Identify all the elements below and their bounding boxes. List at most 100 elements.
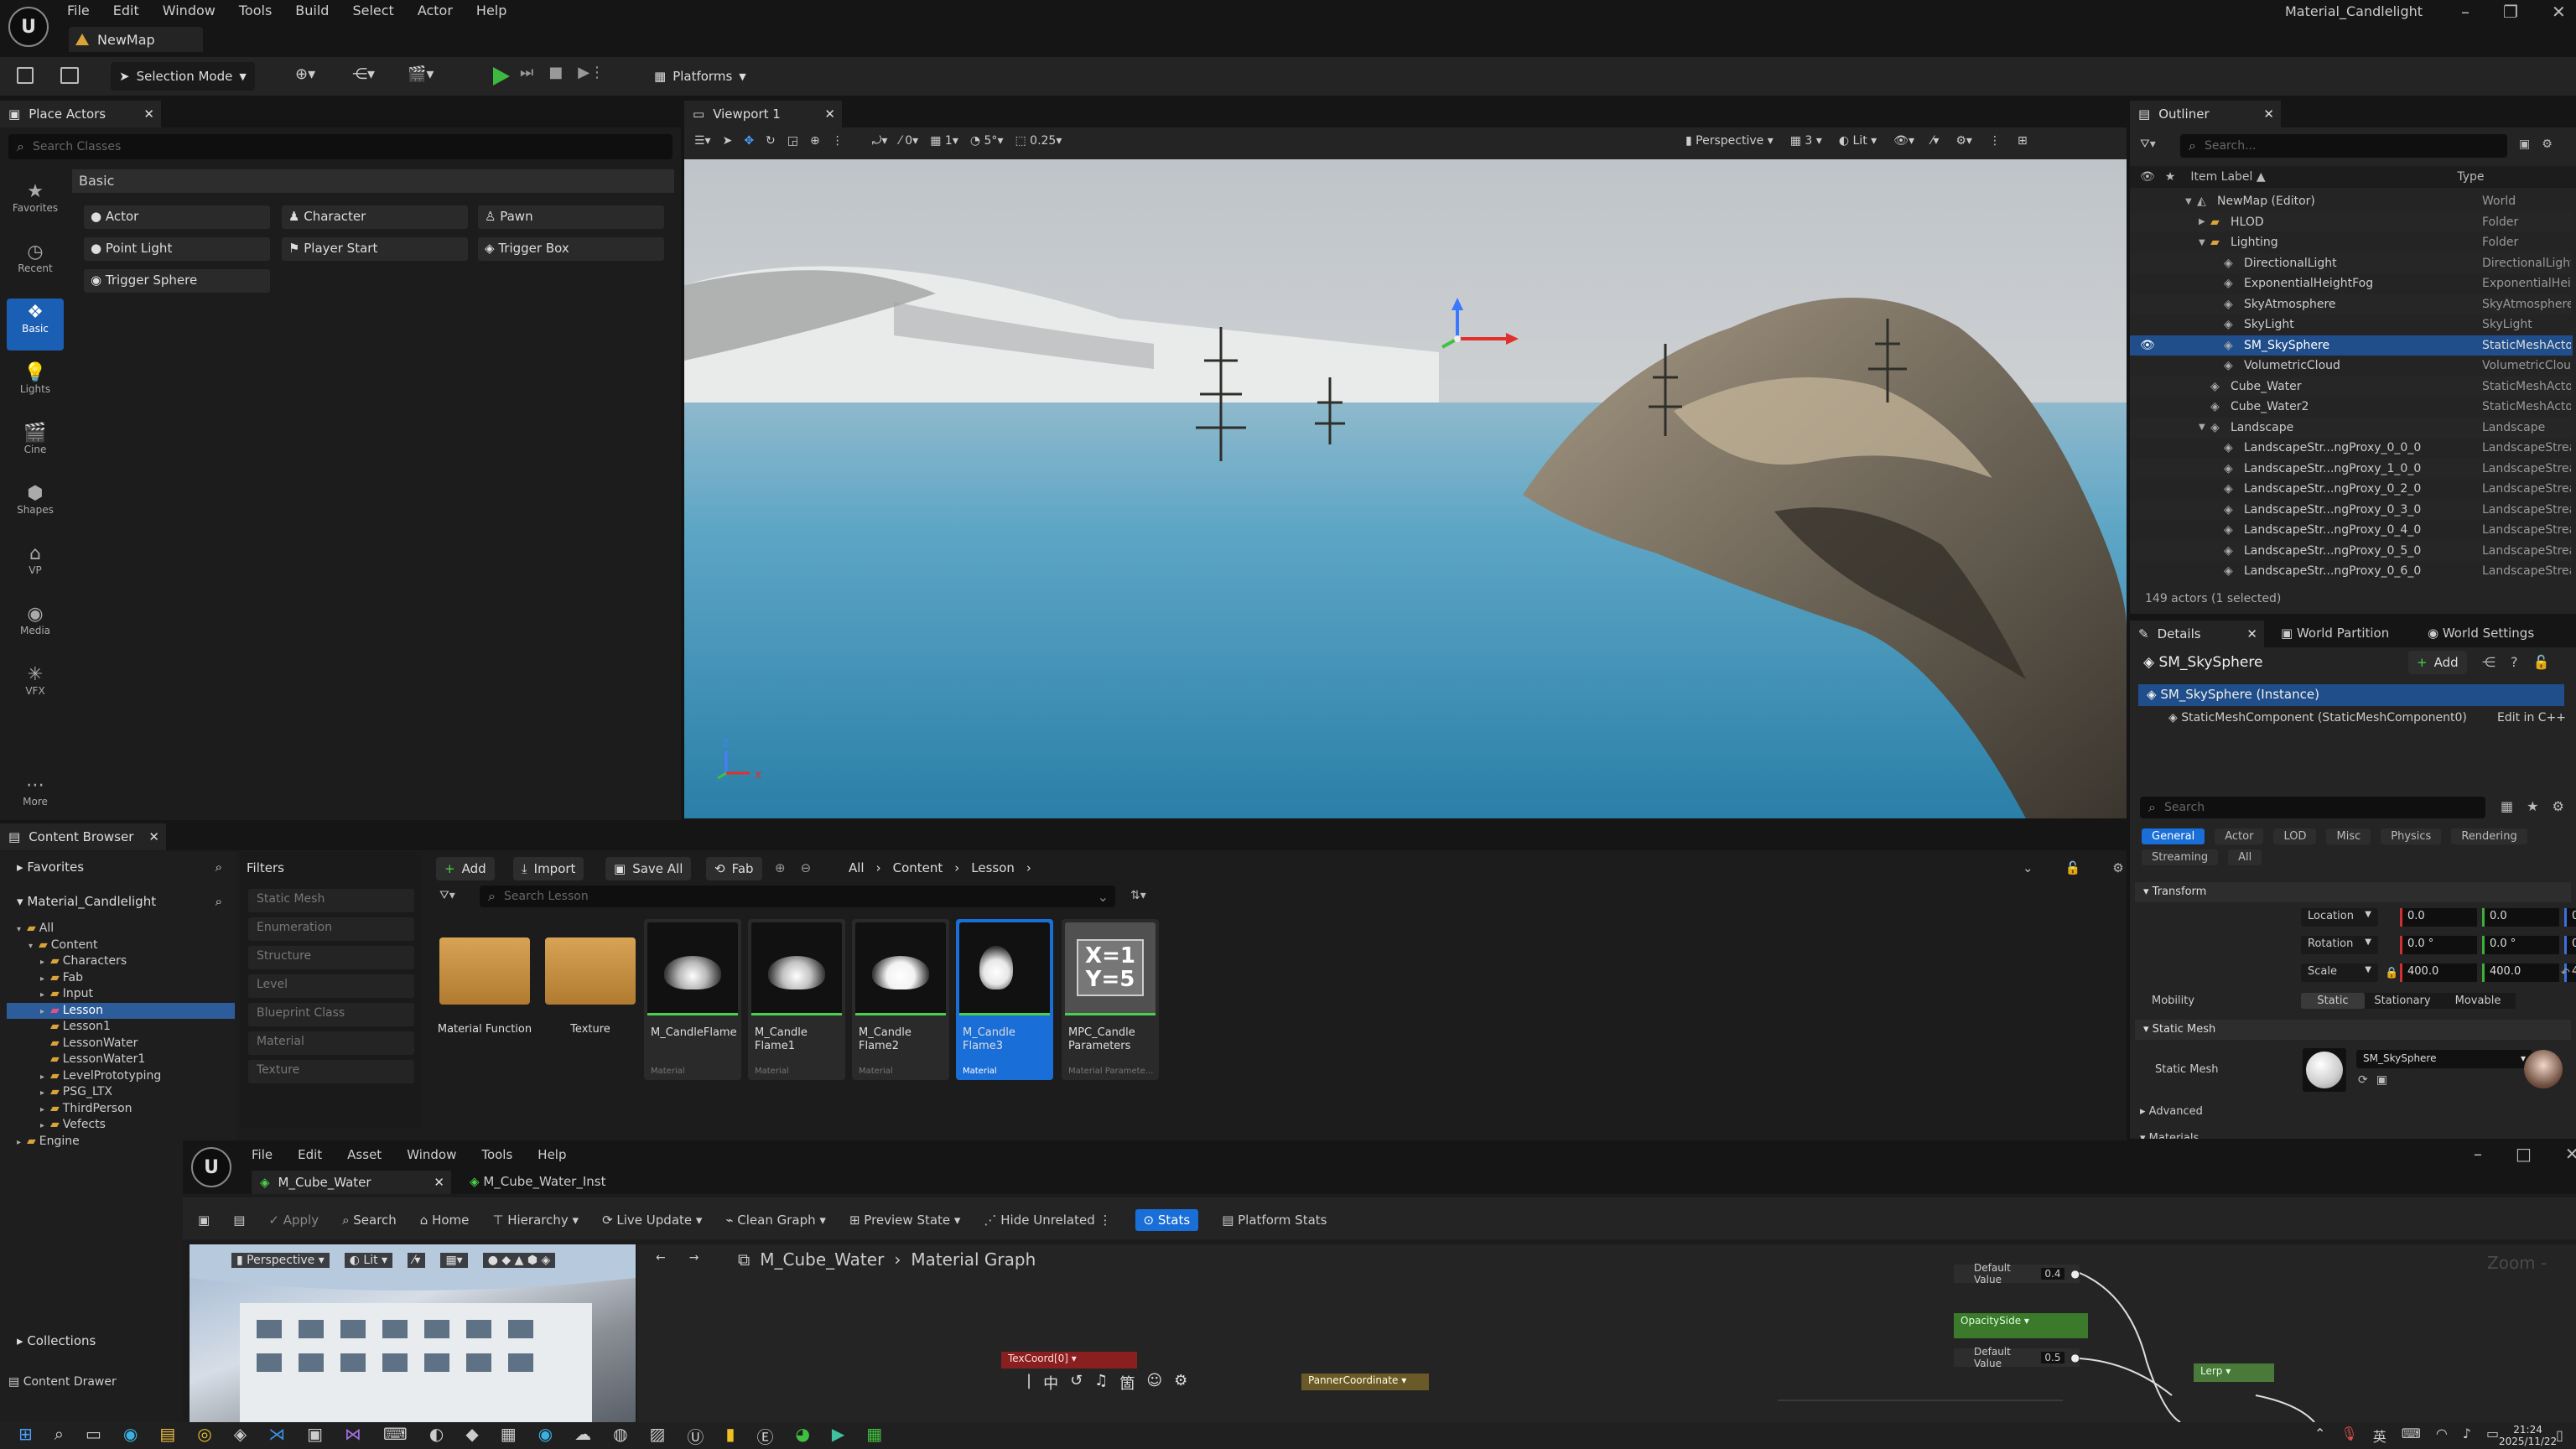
side-tab-lights[interactable]: 💡 Lights <box>0 362 70 423</box>
lock-icon[interactable]: 🔓 <box>2533 654 2550 670</box>
home-button[interactable]: ⌂ Home <box>420 1213 470 1228</box>
place-actors-tab[interactable]: ▣ Place Actors ✕ <box>0 101 161 127</box>
outliner-row[interactable]: ◈ ▼ Landscape Landscape <box>2130 417 2573 438</box>
new-folder-icon[interactable]: ▣ <box>2519 138 2530 151</box>
static-mesh-picker[interactable]: SM_SkySphere ▾ <box>2356 1050 2532 1068</box>
transform-rotation-field[interactable]: 0.0 ° <box>2564 936 2576 954</box>
outliner-row[interactable]: ◈ DirectionalLight DirectionalLight <box>2130 252 2573 273</box>
filter-tab-misc[interactable]: Misc <box>2326 828 2371 844</box>
menu-window[interactable]: Window <box>163 3 216 18</box>
transform-scale-field[interactable]: 400.0 <box>2482 963 2559 982</box>
stop-icon[interactable]: ■ <box>548 64 563 81</box>
filter-item[interactable]: Structure <box>248 946 414 969</box>
more-tools-icon[interactable]: ⋮ <box>832 134 844 148</box>
path-content[interactable]: Content <box>893 860 943 875</box>
back-icon[interactable]: ⊕ <box>775 860 786 875</box>
app-icon[interactable]: ◐ <box>429 1424 444 1448</box>
explorer-icon[interactable]: ▤ <box>159 1424 175 1448</box>
save-icon[interactable] <box>17 67 34 84</box>
transform-scale-field[interactable]: 400.0 <box>2400 963 2477 982</box>
menu-help[interactable]: Help <box>476 3 506 18</box>
play-options-icon[interactable]: ▶⋮ <box>578 64 605 81</box>
folder-tree-item[interactable]: ▸ ▰ LevelPrototyping <box>7 1068 235 1084</box>
outliner-row[interactable]: ◈ LandscapeStr...ngProxy_1_0_0 LandscapeSt… <box>2130 458 2573 479</box>
asset-tile[interactable]: X=1 Y=5 MPC_Candle Parameters Material Para… <box>1062 919 1159 1080</box>
folder-tree-item[interactable]: ▸ ▰ PSG_LTX <box>7 1084 235 1100</box>
outliner-row[interactable]: ◭ ▼ NewMap (Editor) World <box>2130 191 2573 211</box>
stats-button[interactable]: ⊙ Stats <box>1135 1209 1199 1231</box>
actor-item-pawn[interactable]: ♙ Pawn <box>478 205 664 229</box>
node-lerp[interactable]: Lerp ▾ <box>2194 1363 2274 1382</box>
visibility-icon[interactable]: 👁 <box>2140 339 2155 352</box>
outliner-row[interactable]: ◈ LandscapeStr...ngProxy_0_6_0 LandscapeSt… <box>2130 561 2573 581</box>
folder-tree-item[interactable]: ▸ ▰ ThirdPerson <box>7 1101 235 1117</box>
chevron-down-icon[interactable]: ▼ <box>2199 238 2205 247</box>
search-icon[interactable]: ⌕ <box>55 1424 64 1448</box>
close-icon[interactable]: ✕ <box>2565 1144 2576 1164</box>
search-button[interactable]: ⌕ Search <box>342 1213 397 1228</box>
actor-item-actor[interactable]: ● Actor <box>84 205 270 229</box>
close-tab-icon[interactable]: ✕ <box>434 1175 444 1190</box>
outliner-row[interactable]: ◈ Cube_Water StaticMeshActo <box>2130 376 2573 397</box>
preview-show-icon[interactable]: ⁄▾ <box>408 1253 426 1268</box>
node-default-value-1[interactable]: Default Value 0.4 ● <box>1954 1262 2080 1285</box>
folder-tree-item[interactable]: ▸ ▰ Fab <box>7 970 235 986</box>
preview-lit-dropdown[interactable]: ◐ Lit ▾ <box>344 1253 393 1268</box>
path-lesson[interactable]: Lesson <box>971 860 1015 875</box>
select-icon[interactable]: ➤ <box>723 134 733 148</box>
cb-search[interactable]: ⌕ Search Lesson ⌄ <box>480 886 1115 907</box>
static-mesh-section[interactable]: ▾ Static Mesh <box>2135 1020 2571 1040</box>
filter-tab-all[interactable]: All <box>2228 849 2262 865</box>
filter-item[interactable]: Material <box>248 1031 414 1055</box>
outliner-row[interactable]: ◈ LandscapeStr...ngProxy_0_0_0 LandscapeSt… <box>2130 438 2573 458</box>
actor-item-point-light[interactable]: ● Point Light <box>84 237 270 261</box>
folder-tree-item[interactable]: ▾ ▰ All <box>7 921 235 937</box>
me-menu-file[interactable]: File <box>252 1147 273 1162</box>
help-icon[interactable]: ? <box>2511 654 2518 670</box>
chevron-up-icon[interactable]: ⌃ <box>2314 1426 2325 1446</box>
filter-item[interactable]: Texture <box>248 1060 414 1083</box>
mobility-static[interactable]: Static <box>2301 993 2365 1009</box>
save-icon[interactable]: ▣ <box>198 1213 210 1228</box>
blueprint-icon[interactable]: ⋲ <box>2482 654 2496 670</box>
star-icon[interactable]: ★ <box>2527 798 2538 814</box>
add-component-button[interactable]: + Add <box>2408 651 2467 674</box>
browse-icon[interactable]: ⟳ <box>2358 1073 2368 1087</box>
grid-view-icon[interactable]: ▦ <box>2501 798 2513 814</box>
forward-icon[interactable]: ⊖ <box>801 860 812 875</box>
folder-tree-item[interactable]: ▰ LessonWater <box>7 1036 235 1052</box>
blueprint-icon[interactable]: ⋲▾ <box>352 65 375 83</box>
actor-item-character[interactable]: ♟ Character <box>282 205 468 229</box>
angle-snap-icon[interactable]: ▦ 1▾ <box>930 134 958 148</box>
me-menu-tools[interactable]: Tools <box>481 1147 512 1162</box>
vscode-icon[interactable]: ⋊ <box>268 1424 285 1448</box>
path-all[interactable]: All <box>849 860 865 875</box>
camera-speed-dropdown[interactable]: ▦ 3 ▾ <box>1790 134 1822 148</box>
me-tab-2[interactable]: ◈ M_Cube_Water_Inst <box>470 1174 605 1189</box>
microphone-icon[interactable]: 🎙 <box>2340 1426 2357 1446</box>
platform-stats-button[interactable]: ▤ Platform Stats <box>1222 1213 1327 1228</box>
breadcrumb-material[interactable]: M_Cube_Water <box>760 1249 884 1270</box>
settings-icon[interactable]: ⚙ <box>2552 798 2563 814</box>
forward-arrow-icon[interactable]: → <box>689 1251 699 1265</box>
side-tab-vfx[interactable]: ✳ VFX <box>0 664 70 724</box>
add-actor-icon[interactable]: ⊕▾ <box>295 65 315 83</box>
side-tab-cine[interactable]: 🎬 Cine <box>0 423 70 483</box>
outliner-tab[interactable]: ▤ Outliner ✕ <box>2130 101 2281 127</box>
transform-scale-dropdown[interactable]: Scale ▼ <box>2301 963 2378 982</box>
outliner-row[interactable]: ◈ SkyAtmosphere SkyAtmosphere <box>2130 293 2573 314</box>
menu-file[interactable]: File <box>67 3 90 18</box>
perspective-dropdown[interactable]: ▮ Perspective ▾ <box>1685 134 1774 148</box>
apply-button[interactable]: ✓ Apply <box>268 1213 319 1228</box>
app-icon[interactable]: ◆ <box>465 1424 478 1448</box>
asset-tile[interactable]: M_Candle Flame2 Material <box>852 919 949 1080</box>
settings-icon[interactable]: ⚙ <box>2542 138 2553 151</box>
chevron-down-icon[interactable]: ▼ <box>2185 197 2192 206</box>
transform-location-field[interactable]: 0.0 <box>2564 908 2576 927</box>
folder-tree-item[interactable]: ▸ ▰ Characters <box>7 953 235 969</box>
cb-add-button[interactable]: + Add <box>436 857 495 880</box>
close-tab-icon[interactable]: ✕ <box>2263 106 2274 122</box>
node-texcoord[interactable]: TexCoord[0] ▾ <box>1001 1352 1137 1368</box>
search-icon[interactable]: ⌕ <box>216 860 222 875</box>
chevron-down-icon[interactable]: ▼ <box>2199 423 2205 432</box>
